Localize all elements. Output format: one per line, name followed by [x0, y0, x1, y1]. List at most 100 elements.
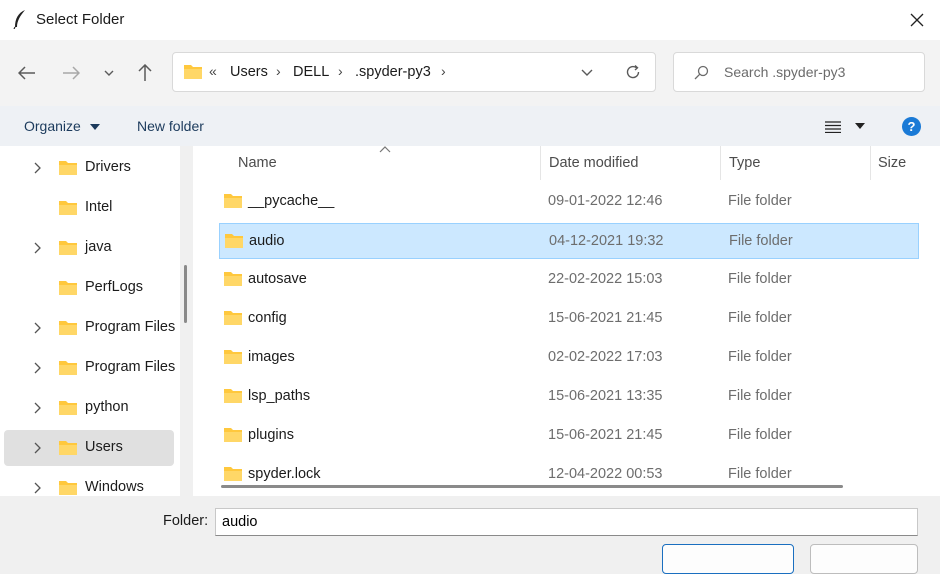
sidebar-item-label: Program Files: [85, 319, 176, 335]
folder-icon: [59, 281, 77, 295]
folder-icon: [59, 401, 77, 415]
folder-icon: [59, 241, 77, 255]
folder-icon: [224, 389, 242, 403]
sidebar-item-drivers[interactable]: Drivers: [4, 150, 174, 186]
file-type: File folder: [728, 193, 792, 209]
cancel-button[interactable]: [810, 544, 918, 574]
file-row[interactable]: __pycache__ 09-01-2022 12:46 File folder: [219, 184, 919, 220]
sidebar-item-label: Drivers: [85, 159, 131, 175]
folder-icon: [224, 350, 242, 364]
column-header-type[interactable]: Type: [729, 155, 760, 171]
file-row[interactable]: autosave 22-02-2022 15:03 File folder: [219, 262, 919, 298]
sidebar-item-label: Intel: [85, 199, 113, 215]
chevron-down-icon[interactable]: [581, 69, 593, 77]
file-type: File folder: [728, 271, 792, 287]
chevron-right-icon[interactable]: [34, 442, 41, 454]
sidebar-item-perflogs[interactable]: PerfLogs: [4, 270, 174, 306]
file-name: __pycache__: [248, 193, 335, 209]
address-bar[interactable]: « Users › DELL › .spyder-py3 ›: [172, 52, 656, 92]
folder-icon: [224, 311, 242, 325]
organize-label[interactable]: Organize: [24, 118, 81, 134]
file-row-selected[interactable]: audio 04-12-2021 19:32 File folder: [219, 223, 919, 259]
chevron-right-icon[interactable]: ›: [276, 63, 281, 79]
help-button[interactable]: ?: [902, 117, 921, 136]
close-icon: [910, 13, 924, 27]
caret-down-icon: [89, 124, 100, 131]
feather-icon: [13, 10, 25, 29]
file-type: File folder: [728, 466, 792, 482]
breadcrumb-users[interactable]: Users: [230, 64, 268, 80]
sidebar-item-intel[interactable]: Intel: [4, 190, 174, 226]
sidebar-scrollbar[interactable]: [184, 265, 187, 323]
up-button[interactable]: [133, 62, 157, 84]
chevron-right-icon[interactable]: [34, 162, 41, 174]
overflow-indicator[interactable]: «: [209, 63, 217, 79]
sidebar-item-windows[interactable]: Windows: [4, 470, 174, 496]
arrow-left-icon: [18, 66, 35, 80]
search-box[interactable]: Search .spyder-py3: [673, 52, 925, 92]
arrow-right-icon: [63, 66, 80, 80]
forward-button[interactable]: [59, 62, 83, 84]
window-title: Select Folder: [36, 11, 125, 28]
sidebar-item-java[interactable]: java: [4, 230, 174, 266]
chevron-right-icon[interactable]: [34, 242, 41, 254]
chevron-right-icon[interactable]: [34, 402, 41, 414]
sidebar-item-program-files-x86[interactable]: Program Files: [4, 350, 175, 386]
sidebar-item-label: java: [85, 239, 112, 255]
sidebar-item-program-files[interactable]: Program Files: [4, 310, 176, 346]
chevron-right-icon[interactable]: [34, 482, 41, 494]
chevron-right-icon[interactable]: [34, 362, 41, 374]
column-header-row: Name Date modified Type Size: [193, 146, 940, 180]
organize-menu[interactable]: Organize: [24, 118, 100, 134]
folder-icon: [224, 467, 242, 481]
recent-locations-button[interactable]: [97, 62, 121, 84]
select-folder-button[interactable]: [662, 544, 794, 574]
column-divider[interactable]: [870, 146, 871, 180]
folder-icon: [59, 201, 77, 215]
folder-icon: [224, 428, 242, 442]
sidebar-item-python[interactable]: python: [4, 390, 174, 426]
chevron-right-icon[interactable]: ›: [441, 63, 446, 79]
file-row[interactable]: lsp_paths 15-06-2021 13:35 File folder: [219, 379, 919, 415]
back-button[interactable]: [15, 62, 39, 84]
breadcrumb-dell[interactable]: DELL: [293, 64, 329, 80]
sidebar-item-users[interactable]: Users: [4, 430, 174, 466]
navigation-pane: Drivers Intel java PerfLogs Program File…: [0, 146, 180, 496]
search-placeholder[interactable]: Search .spyder-py3: [724, 64, 845, 80]
file-row[interactable]: config 15-06-2021 21:45 File folder: [219, 301, 919, 337]
view-options-button[interactable]: [825, 120, 865, 136]
column-divider[interactable]: [540, 146, 541, 180]
arrow-up-icon: [138, 64, 152, 81]
horizontal-scrollbar[interactable]: [221, 485, 843, 488]
search-icon: [694, 65, 709, 80]
folder-icon: [59, 441, 77, 455]
file-type: File folder: [729, 233, 793, 249]
file-name: spyder.lock: [248, 466, 321, 482]
file-list: Name Date modified Type Size __pycache__…: [193, 146, 940, 496]
column-divider[interactable]: [720, 146, 721, 180]
sort-ascending-icon: [379, 146, 391, 153]
chevron-down-icon: [104, 70, 114, 76]
new-folder-button[interactable]: New folder: [137, 118, 204, 134]
folder-icon: [224, 272, 242, 286]
column-header-name[interactable]: Name: [238, 155, 277, 171]
folder-icon: [225, 234, 243, 248]
caret-down-icon: [854, 123, 865, 129]
close-button[interactable]: [894, 0, 940, 40]
command-bar: Organize New folder ?: [0, 106, 940, 146]
file-date: 15-06-2021 13:35: [548, 388, 663, 404]
folder-name-input[interactable]: [215, 508, 918, 536]
column-header-size[interactable]: Size: [878, 155, 906, 171]
chevron-right-icon[interactable]: ›: [338, 63, 343, 79]
dialog-footer: Folder:: [0, 496, 940, 574]
file-date: 22-02-2022 15:03: [548, 271, 663, 287]
file-row[interactable]: images 02-02-2022 17:03 File folder: [219, 340, 919, 376]
breadcrumb-spyder[interactable]: .spyder-py3: [355, 64, 431, 80]
file-date: 15-06-2021 21:45: [548, 310, 663, 326]
file-row[interactable]: plugins 15-06-2021 21:45 File folder: [219, 418, 919, 454]
folder-icon: [59, 481, 77, 495]
sidebar-item-label: Users: [85, 439, 123, 455]
column-header-date[interactable]: Date modified: [549, 155, 638, 171]
refresh-icon[interactable]: [625, 64, 641, 80]
chevron-right-icon[interactable]: [34, 322, 41, 334]
